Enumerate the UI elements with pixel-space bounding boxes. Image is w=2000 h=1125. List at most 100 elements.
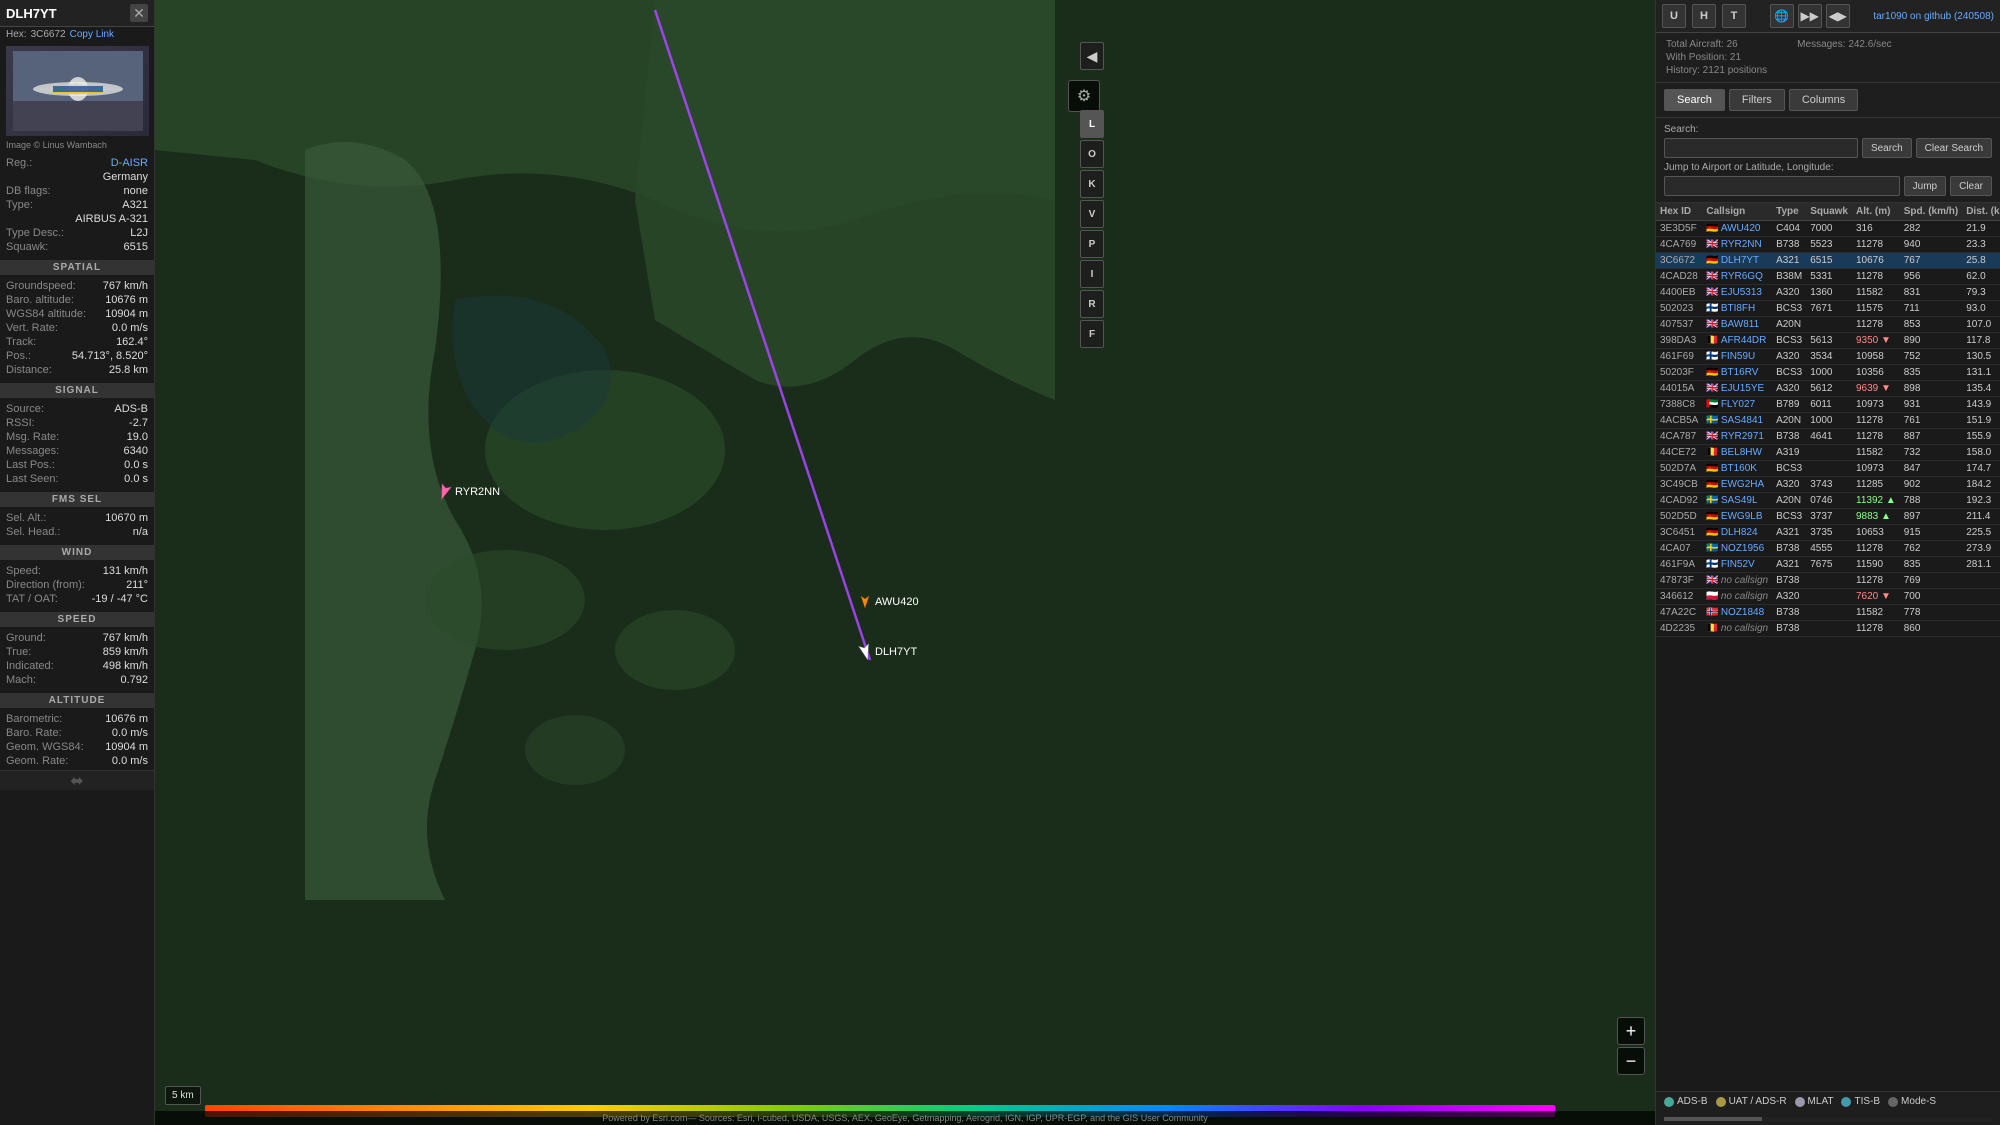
zoom-in-button[interactable]: + (1617, 1017, 1645, 1045)
cell-speed: 711 (1900, 301, 1962, 317)
table-row[interactable]: 398DA3 🇧🇪AFR44DR BCS3 5613 9350 ▼ 890 11… (1656, 333, 2000, 349)
table-row[interactable]: 346612 🇵🇱no callsign A320 7620 ▼ 700 (1656, 589, 2000, 605)
cell-callsign: 🇸🇪SAS49L (1702, 493, 1772, 509)
github-link[interactable]: tar1090 on github (240508) (1873, 11, 1994, 22)
table-body: 3E3D5F 🇩🇪AWU420 C404 7000 316 282 21.9 -… (1656, 221, 2000, 637)
cell-squawk: 7671 (1806, 301, 1852, 317)
table-row[interactable]: 3C49CB 🇩🇪EWG2HA A320 3743 11285 902 184.… (1656, 477, 2000, 493)
map-background: DLH7YT AWU420 RYR2NN 5 km + − Powered by… (155, 0, 1655, 1125)
cell-hex: 44015A (1656, 381, 1702, 397)
mode-h-button[interactable]: H (1692, 4, 1716, 28)
columns-button[interactable]: Columns (1789, 89, 1858, 111)
cell-alt: 11278 (1852, 573, 1900, 589)
sidenav-v-button[interactable]: V (1080, 200, 1104, 228)
table-row[interactable]: 7388C8 🇦🇪FLY027 B789 6011 10973 931 143.… (1656, 397, 2000, 413)
sidenav-r-button[interactable]: R (1080, 290, 1104, 318)
jump-button[interactable]: Jump (1904, 176, 1946, 196)
clear-jump-button[interactable]: Clear (1950, 176, 1992, 196)
clear-search-button[interactable]: Clear Search (1916, 138, 1992, 158)
table-row[interactable]: 4D2235 🇧🇪no callsign B738 11278 860 -24.… (1656, 621, 2000, 637)
mode-t-button[interactable]: T (1722, 4, 1746, 28)
filters-button[interactable]: Filters (1729, 89, 1785, 111)
spatial-header: SPATIAL (0, 260, 154, 275)
sidenav-o-button[interactable]: O (1080, 140, 1104, 168)
cell-speed: 831 (1900, 285, 1962, 301)
sidenav-p-button[interactable]: P (1080, 230, 1104, 258)
cell-dist (1962, 573, 2000, 589)
resize-handle[interactable]: ⬌ (0, 770, 154, 790)
cell-alt: 9883 ▲ (1852, 509, 1900, 525)
table-row[interactable]: 3C6672 🇩🇪DLH7YT A321 6515 10676 767 25.8… (1656, 253, 2000, 269)
table-row[interactable]: 47873F 🇬🇧no callsign B738 11278 769 -23.… (1656, 573, 2000, 589)
table-row[interactable]: 502D5D 🇩🇪EWG9LB BCS3 3737 9883 ▲ 897 211… (1656, 509, 2000, 525)
cell-hex: 47A22C (1656, 605, 1702, 621)
table-row[interactable]: 4ACB5A 🇸🇪SAS4841 A20N 1000 11278 761 151… (1656, 413, 2000, 429)
search-button[interactable]: Search (1862, 138, 1912, 158)
sidenav-f-button[interactable]: F (1080, 320, 1104, 348)
table-row[interactable]: 502D7A 🇩🇪BT160K BCS3 10973 847 174.7 -23… (1656, 461, 2000, 477)
svg-text:AWU420: AWU420 (875, 596, 919, 608)
copy-link-button[interactable]: Copy Link (70, 29, 114, 40)
sidenav-l-button[interactable]: L (1080, 110, 1104, 138)
table-row[interactable]: 461F69 🇫🇮FIN59U A320 3534 10958 752 130.… (1656, 349, 2000, 365)
table-row[interactable]: 4CA07 🇸🇪NOZ1956 B738 4555 11278 762 273.… (1656, 541, 2000, 557)
table-row[interactable]: 50203F 🇩🇪BT16RV BCS3 1000 10356 835 131.… (1656, 365, 2000, 381)
cell-alt: 11278 (1852, 429, 1900, 445)
table-row[interactable]: 4CAD92 🇸🇪SAS49L A20N 0746 11392 ▲ 788 19… (1656, 493, 2000, 509)
close-button[interactable]: ✕ (130, 4, 148, 22)
type-label: Type: (6, 199, 33, 211)
cell-type: BCS3 (1772, 461, 1806, 477)
table-row[interactable]: 4CA769 🇬🇧RYR2NN B738 5523 11278 940 23.3… (1656, 237, 2000, 253)
cell-squawk: 3743 (1806, 477, 1852, 493)
cell-hex: 4ACB5A (1656, 413, 1702, 429)
cell-alt: 11278 (1852, 541, 1900, 557)
col-type[interactable]: Type (1772, 203, 1806, 221)
col-hex[interactable]: Hex ID (1656, 203, 1702, 221)
sidenav-k-button[interactable]: K (1080, 170, 1104, 198)
table-row[interactable]: 4400EB 🇬🇧EJU5313 A320 1360 11582 831 79.… (1656, 285, 2000, 301)
col-callsign[interactable]: Callsign (1702, 203, 1772, 221)
table-row[interactable]: 502023 🇫🇮BTI8FH BCS3 7671 11575 711 93.0… (1656, 301, 2000, 317)
cell-callsign: 🇬🇧RYR2971 (1702, 429, 1772, 445)
map-container[interactable]: DLH7YT AWU420 RYR2NN 5 km + − Powered by… (155, 0, 1655, 1125)
cell-squawk (1806, 573, 1852, 589)
table-row[interactable]: 44CE72 🇧🇪BEL8HW A319 11582 732 158.0 -24… (1656, 445, 2000, 461)
mode-u-button[interactable]: U (1662, 4, 1686, 28)
search-input[interactable] (1664, 138, 1858, 158)
settings-button[interactable]: ⚙ (1068, 80, 1100, 112)
cell-speed: 752 (1900, 349, 1962, 365)
reg-label: Reg.: (6, 157, 32, 169)
search-tab-button[interactable]: Search (1664, 89, 1725, 111)
col-dist[interactable]: Dist. (km) (1962, 203, 2000, 221)
messages-rate-value: 242.6/sec (1848, 39, 1891, 50)
table-row[interactable]: 4CA787 🇬🇧RYR2971 B738 4641 11278 887 155… (1656, 429, 2000, 445)
table-row[interactable]: 3E3D5F 🇩🇪AWU420 C404 7000 316 282 21.9 -… (1656, 221, 2000, 237)
map-type-button[interactable]: 🌐 (1770, 4, 1794, 28)
table-row[interactable]: 44015A 🇬🇧EJU15YE A320 5612 9639 ▼ 898 13… (1656, 381, 2000, 397)
top-bar: U H T 🌐 ▶▶ ◀▶ tar1090 on github (240508) (1656, 0, 2000, 33)
table-row[interactable]: 4CAD28 🇬🇧RYR6GQ B38M 5331 11278 956 62.0… (1656, 269, 2000, 285)
sidenav-i-button[interactable]: I (1080, 260, 1104, 288)
aircraft-table-container[interactable]: Hex ID Callsign Type Squawk Alt. (m) Spd… (1656, 203, 2000, 1091)
cell-alt: 10676 (1852, 253, 1900, 269)
nav-icons: 🌐 ▶▶ ◀▶ (1770, 4, 1850, 28)
nav-forward-button[interactable]: ▶▶ (1798, 4, 1822, 28)
uat-label: UAT / ADS-R (1729, 1096, 1787, 1107)
cell-dist: 130.5 (1962, 349, 2000, 365)
nav-arrows-button[interactable]: ◀▶ (1826, 4, 1850, 28)
table-row[interactable]: 47A22C 🇳🇴NOZ1848 B738 11582 778 -23.5 (1656, 605, 2000, 621)
zoom-controls[interactable]: + − (1617, 1017, 1645, 1075)
cell-dist: 273.9 (1962, 541, 2000, 557)
cell-alt: 11278 (1852, 317, 1900, 333)
table-row[interactable]: 407537 🇬🇧BAW811 A20N 11278 853 107.0 -20… (1656, 317, 2000, 333)
cell-speed: 732 (1900, 445, 1962, 461)
cell-callsign: 🇬🇧EJU5313 (1702, 285, 1772, 301)
col-alt[interactable]: Alt. (m) (1852, 203, 1900, 221)
zoom-out-button[interactable]: − (1617, 1047, 1645, 1075)
col-speed[interactable]: Spd. (km/h) (1900, 203, 1962, 221)
col-squawk[interactable]: Squawk (1806, 203, 1852, 221)
table-row[interactable]: 3C6451 🇩🇪DLH824 A321 3735 10653 915 225.… (1656, 525, 2000, 541)
nav-arrow-left-button[interactable]: ◀ (1080, 42, 1104, 70)
jump-input[interactable] (1664, 176, 1900, 196)
table-row[interactable]: 461F9A 🇫🇮FIN52V A321 7675 11590 835 281.… (1656, 557, 2000, 573)
